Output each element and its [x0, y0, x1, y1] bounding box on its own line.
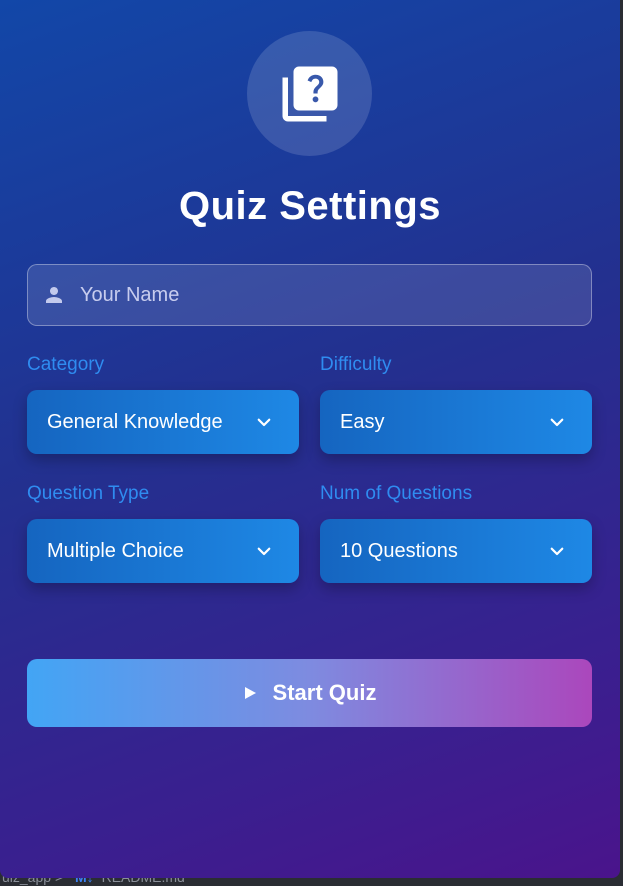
difficulty-label: Difficulty — [320, 354, 392, 375]
quiz-settings-card: Quiz Settings Category General Knowledge… — [0, 0, 620, 878]
question-type-value: Multiple Choice — [47, 539, 184, 562]
category-value: General Knowledge — [47, 410, 223, 433]
quiz-icon — [282, 66, 337, 121]
play-icon — [243, 686, 257, 700]
person-icon — [42, 283, 66, 307]
start-quiz-button[interactable]: Start Quiz — [27, 659, 592, 727]
chevron-down-icon — [548, 542, 566, 560]
chevron-down-icon — [255, 542, 273, 560]
chevron-down-icon — [255, 413, 273, 431]
name-input[interactable] — [80, 265, 591, 325]
question-type-select[interactable]: Multiple Choice — [27, 519, 299, 583]
num-questions-label: Num of Questions — [320, 483, 473, 504]
category-select[interactable]: General Knowledge — [27, 390, 299, 454]
start-quiz-label: Start Quiz — [272, 680, 377, 705]
num-questions-select[interactable]: 10 Questions — [320, 519, 592, 583]
question-type-label: Question Type — [27, 483, 150, 504]
name-field[interactable] — [27, 264, 592, 326]
difficulty-select[interactable]: Easy — [320, 390, 592, 454]
quiz-logo — [247, 31, 372, 156]
difficulty-value: Easy — [340, 410, 385, 433]
category-label: Category — [27, 354, 105, 375]
num-questions-value: 10 Questions — [340, 539, 458, 562]
page-title: Quiz Settings — [178, 184, 442, 228]
chevron-down-icon — [548, 413, 566, 431]
